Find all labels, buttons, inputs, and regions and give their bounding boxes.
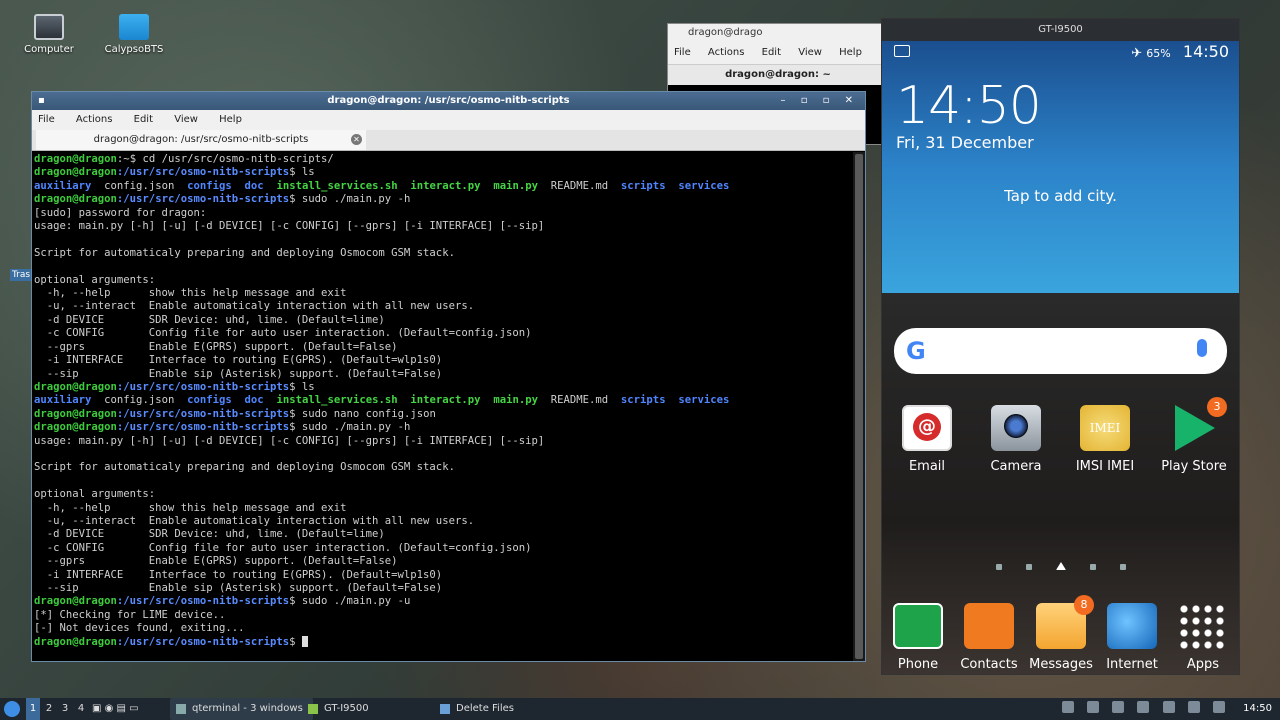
- imei-icon: IMEI: [1080, 405, 1130, 451]
- file-manager-icon: [440, 704, 450, 714]
- messages-icon: 8: [1036, 595, 1094, 649]
- play-store-icon: 3: [1169, 397, 1227, 451]
- terminal-menubar: File Actions Edit View Help: [32, 110, 865, 130]
- phone-mirror-window[interactable]: GT-I9500 14:50 Fri, 31 December Tap to a…: [881, 18, 1240, 675]
- clock-weather-widget[interactable]: 14:50 Fri, 31 December Tap to add city.: [882, 41, 1239, 293]
- phone-status-bar: ✈ 65% 14:50: [882, 41, 1239, 63]
- menu-edit[interactable]: Edit: [762, 47, 781, 58]
- tray-icon[interactable]: [1112, 701, 1125, 713]
- google-search-bar[interactable]: G: [894, 328, 1227, 374]
- terminal-output[interactable]: dragon@dragon:~$ cd /usr/src/osmo-nitb-s…: [32, 152, 851, 661]
- desktop-switch-2[interactable]: 2: [42, 698, 56, 720]
- menu-file[interactable]: File: [674, 47, 691, 58]
- terminal-tab-label: dragon@dragon: /usr/src/osmo-nitb-script…: [93, 134, 309, 145]
- tray-icon[interactable]: [1087, 701, 1100, 713]
- notification-badge: 3: [1207, 397, 1227, 417]
- add-city-prompt[interactable]: Tap to add city.: [882, 187, 1239, 205]
- mic-icon[interactable]: [1197, 339, 1207, 357]
- window-menu-icon[interactable]: ▪: [38, 92, 45, 110]
- page-indicator[interactable]: [882, 555, 1239, 574]
- app-imsi-imei[interactable]: IMEI IMSI IMEI: [1062, 405, 1148, 474]
- battery-level: 65%: [1146, 47, 1171, 60]
- tray-icon[interactable]: [1061, 701, 1074, 713]
- menu-help[interactable]: Help: [219, 114, 242, 125]
- window-controls[interactable]: – ▫ ▫ ✕: [781, 92, 859, 110]
- desktop-switch-3[interactable]: 3: [58, 698, 72, 720]
- app-label: Apps: [1186, 657, 1220, 672]
- terminal-title: dragon@dragon: /usr/src/osmo-nitb-script…: [327, 95, 570, 106]
- text-cursor: [301, 635, 308, 647]
- task-qterminal[interactable]: qterminal - 3 windows: [170, 698, 313, 720]
- start-menu-icon[interactable]: [4, 701, 20, 717]
- menu-help[interactable]: Help: [839, 47, 862, 58]
- terminal-tabbar: dragon@dragon: /usr/src/osmo-nitb-script…: [32, 130, 865, 151]
- trash-label[interactable]: Tras: [10, 269, 33, 281]
- google-logo-icon: G: [906, 337, 926, 365]
- airplane-icon: ✈: [1131, 46, 1147, 61]
- terminal-icon: [176, 704, 186, 714]
- app-play-store[interactable]: 3 Play Store: [1151, 397, 1237, 474]
- app-email[interactable]: Email: [884, 405, 970, 474]
- tray-icon[interactable]: [1137, 701, 1150, 713]
- system-tray: 14:50: [1057, 698, 1280, 720]
- terminal-window[interactable]: ▪ dragon@dragon: /usr/src/osmo-nitb-scri…: [31, 91, 866, 662]
- terminal-titlebar[interactable]: ▪ dragon@dragon: /usr/src/osmo-nitb-scri…: [32, 92, 865, 110]
- internet-icon: [1107, 603, 1157, 649]
- dock-apps[interactable]: Apps: [1160, 603, 1239, 672]
- background-terminal-tab[interactable]: dragon@dragon: ~: [668, 65, 888, 85]
- folder-icon: [119, 14, 149, 40]
- email-icon: [902, 405, 952, 451]
- menu-file[interactable]: File: [38, 114, 55, 125]
- desktop-icon-label: CalypsoBTS: [104, 44, 164, 55]
- desktop-switch-4[interactable]: 4: [74, 698, 88, 720]
- volume-icon[interactable]: [1187, 701, 1200, 713]
- app-label: Camera: [990, 459, 1042, 474]
- contacts-icon: [964, 603, 1014, 649]
- task-delete-files[interactable]: Delete Files: [434, 698, 524, 720]
- computer-icon: [34, 14, 64, 40]
- menu-view[interactable]: View: [174, 114, 198, 125]
- taskbar: 1 2 3 4 ▣ ◉ ▤ ▭ qterminal - 3 windows GT…: [0, 698, 1280, 720]
- desktop-icon-computer[interactable]: Computer: [14, 14, 84, 55]
- menu-view[interactable]: View: [798, 47, 822, 58]
- page-dot[interactable]: [1119, 564, 1126, 570]
- app-label: IMSI IMEI: [1075, 459, 1135, 474]
- phone-window-title[interactable]: GT-I9500: [882, 19, 1239, 41]
- network-icon[interactable]: [1212, 701, 1225, 713]
- widget-date: Fri, 31 December: [896, 133, 1034, 152]
- terminal-scrollbar[interactable]: [853, 152, 865, 661]
- app-label: Email: [908, 459, 946, 474]
- camera-icon: [991, 405, 1041, 451]
- status-time: 14:50: [1182, 42, 1229, 61]
- desktop-icon-calypsobts[interactable]: CalypsoBTS: [99, 14, 169, 55]
- task-gt-i9500[interactable]: GT-I9500: [302, 698, 379, 720]
- launcher-icons[interactable]: ▣ ◉ ▤ ▭: [92, 698, 139, 720]
- page-dot[interactable]: [995, 564, 1002, 570]
- menu-edit[interactable]: Edit: [134, 114, 153, 125]
- tray-icon[interactable]: [1162, 701, 1175, 713]
- phone-icon: [893, 603, 943, 649]
- scrollbar-thumb[interactable]: [855, 154, 863, 659]
- home-screen: G Email Camera IMEI IMSI IMEI 3 Play Sto…: [882, 293, 1239, 674]
- widget-clock: 14:50: [896, 76, 1042, 136]
- close-icon[interactable]: ✕: [351, 134, 362, 145]
- apps-grid-icon: [1178, 603, 1228, 649]
- menu-actions[interactable]: Actions: [708, 47, 745, 58]
- voicemail-icon: [894, 45, 910, 57]
- app-camera[interactable]: Camera: [973, 405, 1059, 474]
- home-page-icon[interactable]: [1055, 562, 1066, 570]
- terminal-tab[interactable]: dragon@dragon: /usr/src/osmo-nitb-script…: [36, 130, 366, 150]
- android-icon: [308, 704, 318, 714]
- page-dot[interactable]: [1089, 564, 1096, 570]
- menu-actions[interactable]: Actions: [76, 114, 113, 125]
- background-terminal-title[interactable]: dragon@drago: [668, 24, 888, 42]
- app-label: Play Store: [1161, 459, 1227, 474]
- background-terminal-menubar: File Actions Edit View Help: [668, 42, 888, 65]
- desktop-switch-1[interactable]: 1: [26, 698, 40, 720]
- taskbar-clock[interactable]: 14:50: [1243, 703, 1272, 714]
- desktop-icon-label: Computer: [24, 44, 74, 55]
- page-dot[interactable]: [1025, 564, 1032, 570]
